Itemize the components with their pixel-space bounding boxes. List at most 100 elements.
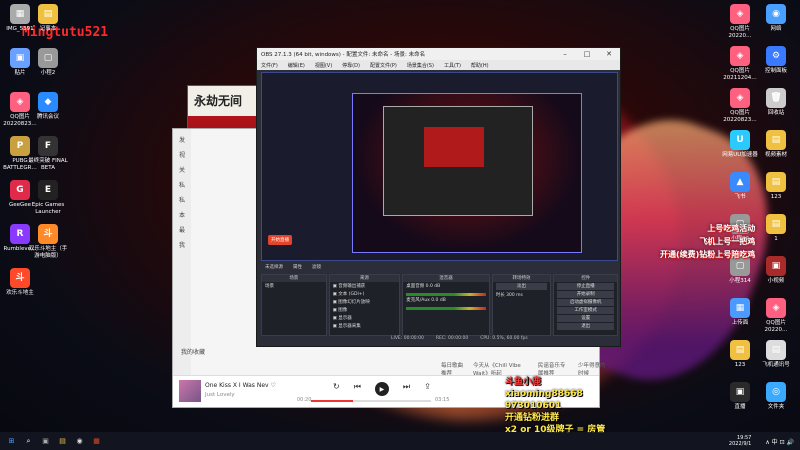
menu-item[interactable]: 视图(V) [315,62,332,69]
search-icon[interactable]: ⌕ [23,436,34,447]
music-sidebar-item[interactable]: 关 [179,165,191,174]
desktop-icon[interactable]: ▢ 小程2 [28,48,68,77]
song-artist[interactable]: Just Lovely [205,392,235,398]
desktop-icon[interactable]: ▤ 123 [720,340,760,369]
transition-dock: 转场特效 淡出 时长 300 ms [491,274,552,336]
desktop-icon[interactable]: ▤ 记事本 [28,4,68,33]
close-icon[interactable]: ✕ [598,50,620,58]
previous-icon[interactable]: ⏮ [354,382,361,396]
desktop-icon[interactable]: ◈ QQ图片 20220… [720,4,760,40]
transition-select[interactable]: 淡出 [495,283,548,290]
toolbar-item[interactable]: 未选择源 [265,264,283,272]
desktop-icon-label: 小程2 [40,70,56,76]
menu-item[interactable]: 编辑(E) [288,62,305,69]
music-sidebar-item[interactable]: 我 [179,240,191,249]
task-view-icon[interactable]: ▣ [40,436,51,447]
desktop-icon-glyph: ◈ [10,92,30,112]
windows-start-icon[interactable]: ⊞ [6,436,17,447]
menu-item[interactable]: 帮助(H) [471,62,489,69]
desktop-icon[interactable]: ▲ 飞书 [720,172,760,201]
desktop-icon[interactable]: ▣ 直播 [720,382,760,411]
mixer-channel-name: 麦克风/Aux [406,298,432,303]
file-explorer-icon[interactable]: ▤ [57,436,68,447]
music-sidebar-item[interactable]: 私 [179,195,191,204]
desktop-icon[interactable]: ◈ QQ图片 20220… [756,298,796,334]
music-sidebar-item[interactable]: 本 [179,210,191,219]
play-button[interactable]: ▶ [374,382,389,396]
desktop-icon-glyph: ▦ [10,4,30,24]
source-item[interactable]: ▣ 显示器采集 [330,322,400,330]
music-sidebar-item[interactable]: 视 [179,150,191,159]
transition-duration[interactable]: 时长 300 ms [493,291,551,299]
obs-icon[interactable]: ◉ [74,436,85,447]
menu-item[interactable]: 工具(T) [444,62,461,69]
desktop-icon-label: QQ图片 20211204… [723,68,757,81]
source-item[interactable]: ▣ 文本 (GDI+) [330,290,400,298]
album-cover[interactable] [179,380,201,402]
progress-bar[interactable] [311,400,431,402]
system-tray[interactable]: ∧ 中 ⊡ 🔊 [765,437,794,446]
control-button[interactable]: 停止直播 [557,283,614,290]
source-item[interactable]: ▣ 音频输出捕获 [330,282,400,290]
music-sidebar-item[interactable]: 私 [179,180,191,189]
overlay-line: 973010601 [505,401,562,411]
promo-line: 上号吃鸡活动 [707,224,756,233]
volume-meter[interactable] [406,307,486,310]
taskbar-clock[interactable]: 19:57 2022/9/1 [729,435,751,447]
menu-item[interactable]: 停靠(D) [342,62,360,69]
share-icon[interactable]: ⇪ [424,382,431,396]
next-icon[interactable]: ⏭ [403,382,410,396]
toolbar-item[interactable]: 属性 [293,264,302,272]
desktop-icon-label: 网易UU加速器 [722,152,758,158]
playback-controls: ↻ ⏮ ▶ ⏭ ⇪ [333,382,431,396]
menu-item[interactable]: 场景集合(S) [407,62,434,69]
obs-menubar: 文件(F) 编辑(E) 视图(V) 停靠(D) 配置文件(P) 场景集合(S) 工具(T) 帮… [257,60,620,70]
maximize-icon[interactable]: □ [576,50,598,58]
progress-fill [311,400,353,402]
desktop-icon[interactable]: E Epic Games Launcher [28,180,68,216]
menu-item[interactable]: 配置文件(P) [370,62,397,69]
my-favorites-link[interactable]: 我的收藏 [181,347,205,356]
music-sidebar-item[interactable]: 最 [179,225,191,234]
toolbar-item[interactable]: 滤镜 [312,264,321,272]
control-button[interactable]: 退出 [557,323,614,330]
control-button[interactable]: 开始录制 [557,291,614,298]
source-item[interactable]: ▣ 图像 [330,306,400,314]
sources-list: ▣ 音频输出捕获 ▣ 文本 (GDI+) ▣ 图像幻灯片放映 ▣ 图像 ▣ 显示器 ▣ 显… [330,282,400,330]
desktop-icon[interactable]: ◉ 网络 [756,4,796,33]
scene-item[interactable]: 场景 [262,282,326,290]
obs-preview[interactable]: 开始直播 [261,72,618,261]
desktop-icon[interactable]: ▤ 1 [756,214,796,243]
obs-window[interactable]: OBS 27.1.3 (64 bit, windows) - 配置文件: 未命名… [256,47,621,347]
start-stream-badge[interactable]: 开始直播 [268,235,292,245]
minimize-icon[interactable]: – [554,50,576,58]
desktop-icon-glyph: E [38,180,58,200]
desktop-icon[interactable]: F 最终突破 FINAL BETA [28,136,68,172]
desktop-icon[interactable]: ◈ QQ图片 20211204… [720,46,760,82]
desktop-icon[interactable]: 🗑 回收站 [756,88,796,117]
desktop-icon-glyph: ▣ [730,382,750,402]
control-button[interactable]: 启动虚拟摄像机 [557,299,614,306]
desktop-icon[interactable]: ▤ 视频素材 [756,130,796,159]
desktop-icon[interactable]: ◆ 腾讯会议 [28,92,68,121]
repeat-icon[interactable]: ↻ [333,382,340,396]
desktop-icon[interactable]: ◎ 文件夹 [756,382,796,411]
desktop-icon[interactable]: ▤ 123 [756,172,796,201]
control-button[interactable]: 工作室模式 [557,307,614,314]
desktop-icon[interactable]: ▤ 飞机通讯号 [756,340,796,369]
desktop-icon[interactable]: 斗欢乐斗地主 [0,268,40,297]
music-sidebar-item[interactable]: 发 [179,135,191,144]
song-title[interactable]: One Kiss X I Was Nev ♡ [205,382,276,389]
desktop-icon[interactable]: ▦ 上传面 [720,298,760,327]
app-icon[interactable]: ▦ [91,436,102,447]
desktop-icon[interactable]: ◈ QQ图片 20220823… [720,88,760,124]
desktop-icon-glyph: U [730,130,750,150]
desktop-icon[interactable]: U 网易UU加速器 [720,130,760,159]
desktop-icon[interactable]: ▣ 小视频 [756,256,796,285]
desktop-icon[interactable]: 斗双乐斗地主（手游电脑版） [28,224,68,260]
source-item[interactable]: ▣ 显示器 [330,314,400,322]
menu-item[interactable]: 文件(F) [261,62,278,69]
desktop-icon[interactable]: ⚙ 控制面板 [756,46,796,75]
control-button[interactable]: 设置 [557,315,614,322]
source-item[interactable]: ▣ 图像幻灯片放映 [330,298,400,306]
